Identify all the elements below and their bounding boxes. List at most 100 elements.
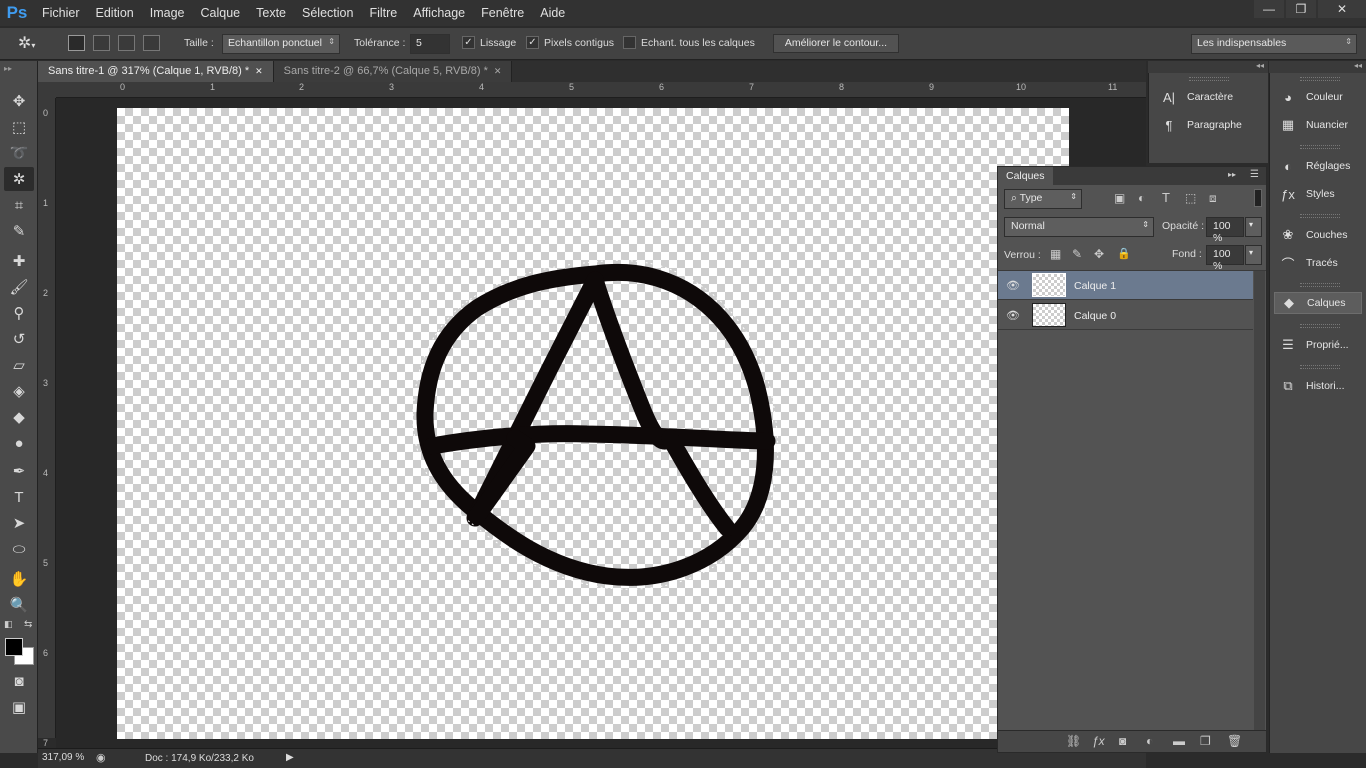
menu-edit[interactable]: Edition: [88, 0, 142, 26]
lock-position-icon[interactable]: ✥: [1094, 247, 1104, 261]
link-layers-icon[interactable]: ⛓: [1066, 734, 1081, 748]
layer-name[interactable]: Calque 0: [1074, 310, 1116, 322]
dock-grip[interactable]: [1300, 283, 1340, 287]
visibility-eye-icon[interactable]: 👁: [1006, 279, 1020, 292]
layer-name[interactable]: Calque 1: [1074, 280, 1116, 292]
menu-view[interactable]: Affichage: [405, 0, 473, 26]
close-tab-icon[interactable]: ✕: [255, 66, 263, 76]
swatches-panel-button[interactable]: ▦ Nuancier: [1278, 114, 1348, 136]
magic-wand-tool-icon[interactable]: ✲: [4, 167, 34, 191]
lock-all-icon[interactable]: 🔒: [1117, 247, 1131, 260]
channels-panel-button[interactable]: ❀ Couches: [1278, 224, 1348, 246]
canvas-area[interactable]: [56, 98, 1146, 748]
dodge-tool-icon[interactable]: ●: [4, 431, 34, 455]
styles-panel-button[interactable]: ƒx Styles: [1278, 183, 1334, 205]
filter-type-icon[interactable]: T: [1162, 190, 1170, 205]
layer-row-calque-0[interactable]: 👁 Calque 0: [998, 301, 1253, 330]
add-mask-icon[interactable]: ◙: [1119, 734, 1126, 748]
fill-input[interactable]: 100 %: [1206, 245, 1244, 272]
visibility-eye-icon[interactable]: 👁: [1006, 309, 1020, 322]
paragraph-panel-button[interactable]: ¶ Paragraphe: [1159, 114, 1242, 136]
dock-grip[interactable]: [1300, 214, 1340, 218]
layers-panel-button[interactable]: ◆ Calques: [1274, 292, 1362, 314]
doc-info-icon[interactable]: ◉: [96, 751, 106, 764]
menu-image[interactable]: Image: [142, 0, 193, 26]
history-brush-tool-icon[interactable]: ↺: [4, 327, 34, 351]
blend-mode-select[interactable]: Normal ⇕: [1004, 217, 1154, 237]
paint-bucket-tool-icon[interactable]: ◈: [4, 379, 34, 403]
menu-window[interactable]: Fenêtre: [473, 0, 532, 26]
type-tool-icon[interactable]: T: [4, 485, 34, 509]
tab-document-2[interactable]: Sans titre-2 @ 66,7% (Calque 5, RVB/8) *…: [273, 61, 513, 82]
collapse-panel-icon[interactable]: ▸▸: [1228, 170, 1236, 179]
dock-grip[interactable]: [1189, 77, 1229, 81]
refine-edge-button[interactable]: Améliorer le contour...: [773, 34, 899, 53]
restore-button[interactable]: ❐: [1286, 0, 1316, 18]
fill-dropdown-icon[interactable]: ▾: [1245, 245, 1262, 265]
eraser-tool-icon[interactable]: ▱: [4, 353, 34, 377]
subtract-selection-icon[interactable]: [118, 35, 135, 51]
document-canvas[interactable]: [117, 108, 1069, 739]
dock-grip[interactable]: [1300, 324, 1340, 328]
new-group-icon[interactable]: ▬: [1173, 734, 1185, 748]
history-panel-button[interactable]: ⧉ Histori...: [1278, 375, 1344, 397]
filter-shape-icon[interactable]: ⬚: [1185, 191, 1196, 205]
tab-document-1[interactable]: Sans titre-1 @ 317% (Calque 1, RVB/8) * ✕: [38, 61, 274, 82]
panel-menu-icon[interactable]: ☰: [1250, 169, 1259, 180]
menu-filter[interactable]: Filtre: [361, 0, 405, 26]
workspace-select[interactable]: Les indispensables ⇕: [1191, 34, 1357, 54]
quick-mask-icon[interactable]: ◙: [4, 669, 34, 693]
swap-colors-icon[interactable]: ⇆: [24, 619, 32, 630]
foreground-color-swatch[interactable]: [5, 638, 23, 656]
menu-layer[interactable]: Calque: [193, 0, 249, 26]
close-button[interactable]: ✕: [1318, 0, 1366, 18]
status-menu-arrow-icon[interactable]: ▶: [286, 752, 294, 763]
lasso-tool-icon[interactable]: ➰: [4, 141, 34, 165]
close-tab-icon[interactable]: ✕: [494, 66, 502, 76]
adjustments-panel-button[interactable]: ◐ Réglages: [1278, 155, 1350, 177]
filter-adjustment-icon[interactable]: ◐: [1138, 191, 1145, 205]
menu-help[interactable]: Aide: [532, 0, 573, 26]
dock-collapse-bar[interactable]: ◂◂: [1269, 61, 1366, 73]
dock-grip[interactable]: [1300, 77, 1340, 81]
path-selection-tool-icon[interactable]: ➤: [4, 511, 34, 535]
paths-panel-button[interactable]: ⌒ Tracés: [1278, 252, 1337, 274]
opacity-dropdown-icon[interactable]: ▾: [1245, 217, 1262, 237]
menu-type[interactable]: Texte: [248, 0, 294, 26]
magic-wand-preset-icon[interactable]: ✲▾: [18, 33, 52, 55]
properties-panel-button[interactable]: ☰ Proprié...: [1278, 334, 1348, 356]
contiguous-checkbox[interactable]: ✓: [526, 36, 539, 49]
filter-smart-object-icon[interactable]: ⧈: [1209, 191, 1217, 206]
layer-filter-select[interactable]: ⌕ Type ⇕: [1004, 189, 1082, 209]
tolerance-input[interactable]: 5: [410, 34, 450, 54]
new-selection-icon[interactable]: [68, 35, 85, 51]
sample-all-layers-checkbox[interactable]: [623, 36, 636, 49]
zoom-tool-icon[interactable]: 🔍: [4, 593, 34, 617]
ellipse-tool-icon[interactable]: ⬭: [4, 537, 34, 561]
layers-scrollbar[interactable]: [1254, 271, 1265, 733]
layers-panel-title[interactable]: Calques: [998, 167, 1053, 185]
dock-collapse-bar[interactable]: ◂◂: [1148, 61, 1268, 73]
zoom-level[interactable]: 317,09 %: [42, 752, 84, 763]
color-panel-button[interactable]: ◕ Couleur: [1278, 86, 1343, 108]
lock-pixels-icon[interactable]: ✎: [1072, 247, 1082, 261]
stamp-tool-icon[interactable]: ⚲: [4, 301, 34, 325]
move-tool-icon[interactable]: ✥: [4, 89, 34, 113]
menu-file[interactable]: Fichier: [34, 0, 88, 26]
marquee-tool-icon[interactable]: ⬚: [4, 115, 34, 139]
sample-size-select[interactable]: Echantillon ponctuel ⇕: [222, 34, 340, 54]
brush-tool-icon[interactable]: 🖌: [4, 275, 34, 299]
intersect-selection-icon[interactable]: [143, 35, 160, 51]
pen-tool-icon[interactable]: ✒: [4, 459, 34, 483]
opacity-input[interactable]: 100 %: [1206, 217, 1244, 244]
lock-transparency-icon[interactable]: ▦: [1050, 247, 1061, 261]
blur-tool-icon[interactable]: ◆: [4, 405, 34, 429]
default-colors-icon[interactable]: ◧: [4, 619, 13, 630]
eyedropper-tool-icon[interactable]: ✎: [4, 219, 34, 243]
crop-tool-icon[interactable]: ⌗: [4, 193, 34, 217]
healing-brush-tool-icon[interactable]: ✚: [4, 249, 34, 273]
collapse-icon[interactable]: ▸▸: [4, 64, 12, 73]
dock-grip[interactable]: [1300, 365, 1340, 369]
antialias-checkbox[interactable]: ✓: [462, 36, 475, 49]
layer-row-calque-1[interactable]: 👁 Calque 1: [998, 271, 1253, 300]
